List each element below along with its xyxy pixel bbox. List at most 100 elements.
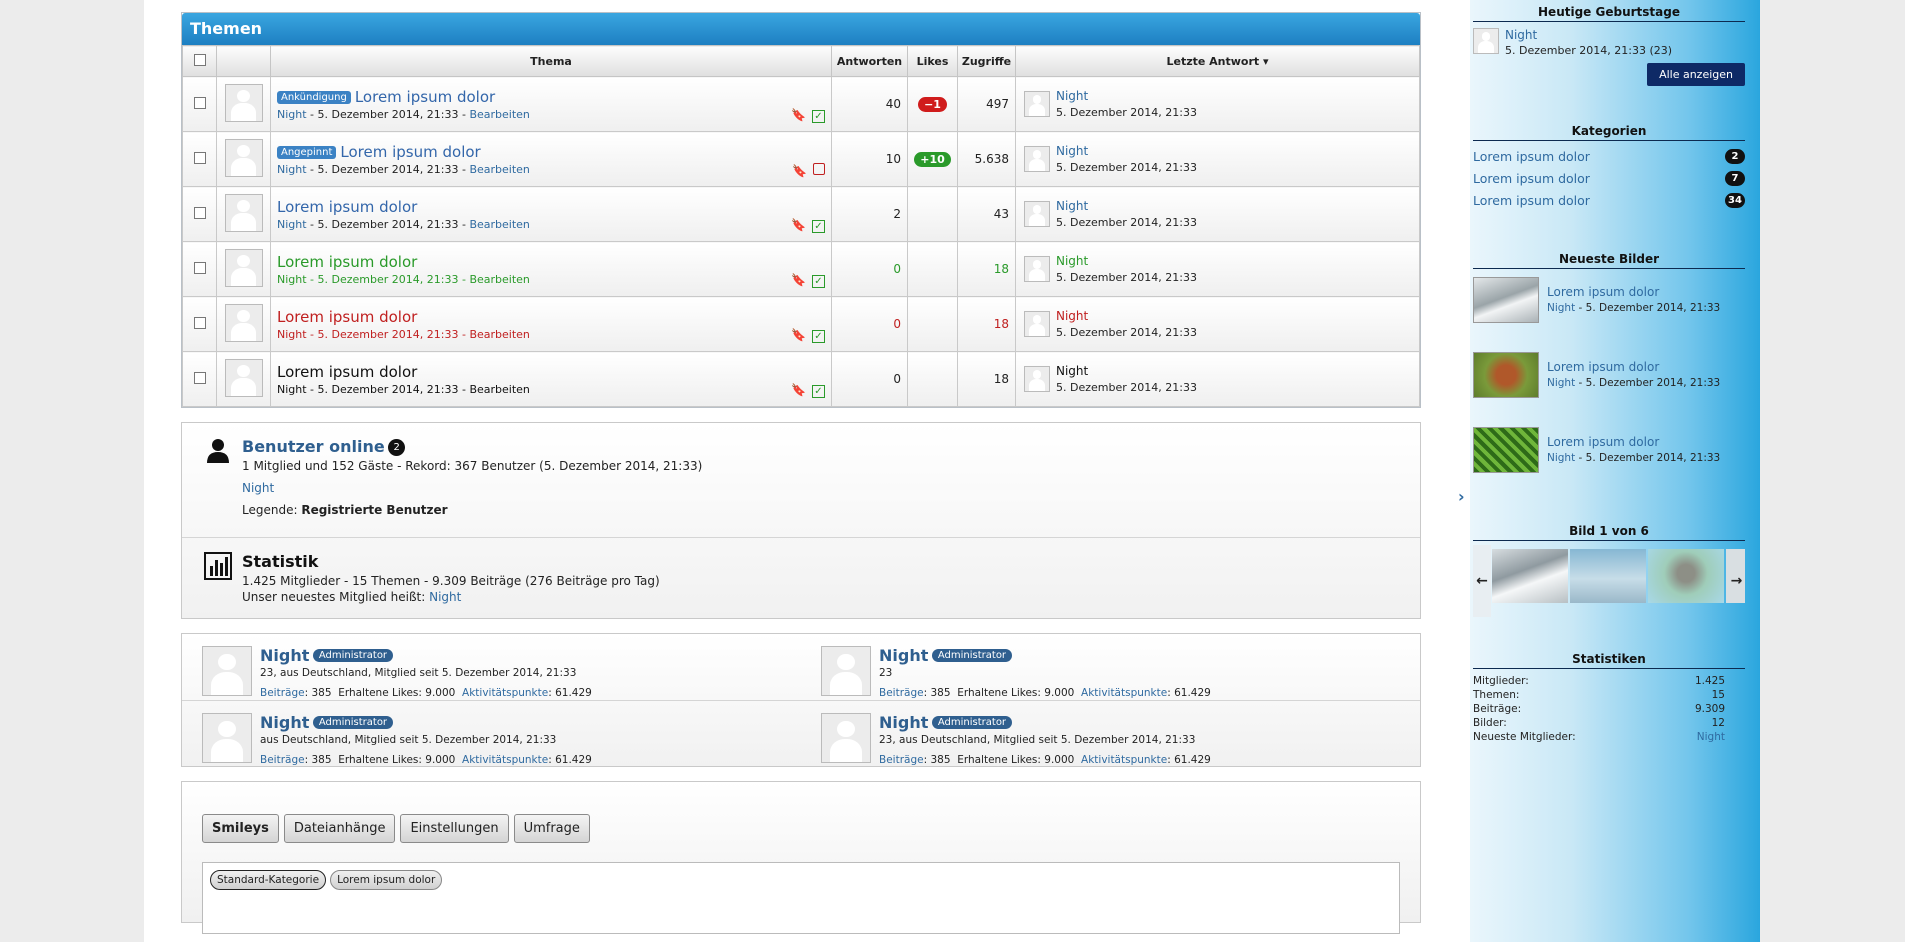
checkmark-icon[interactable]: ✓ (812, 275, 825, 288)
row-checkbox[interactable] (193, 206, 206, 219)
header-letzte-antwort[interactable]: Letzte Antwort ▾ (1015, 45, 1420, 77)
newest-member-link[interactable]: Night (429, 590, 461, 604)
table-row[interactable]: Lorem ipsum dolor Night - 5. Dezember 20… (182, 296, 1420, 352)
image-title-link[interactable]: Lorem ipsum dolor (1547, 360, 1720, 374)
bookmark-icon[interactable]: 🔖 (792, 164, 807, 178)
member-name-link[interactable]: Night (260, 646, 309, 665)
topic-author-link[interactable]: Night (277, 328, 307, 341)
avatar[interactable] (224, 303, 263, 342)
member-name-link[interactable]: Night (260, 713, 309, 732)
posts-link[interactable]: Beiträge (879, 687, 924, 699)
avatar[interactable] (224, 248, 263, 287)
image-thumbnail[interactable] (1473, 352, 1539, 398)
avatar[interactable] (1024, 146, 1050, 172)
table-row[interactable]: Lorem ipsum dolor Night - 5. Dezember 20… (182, 186, 1420, 242)
header-antworten[interactable]: Antworten (831, 45, 908, 77)
bookmark-icon[interactable]: 🔖 (791, 218, 806, 232)
editor-tab[interactable]: Smileys (202, 814, 279, 843)
avatar[interactable] (202, 713, 252, 763)
avatar[interactable] (202, 646, 252, 696)
table-row[interactable]: Angepinnt Lorem ipsum dolor Night - 5. De… (182, 131, 1420, 187)
avatar[interactable] (1024, 256, 1050, 282)
last-reply-user-link[interactable]: Night (1056, 364, 1197, 378)
topic-author-link[interactable]: Night (277, 383, 307, 396)
editor-tab[interactable]: Dateianhänge (283, 814, 396, 843)
activity-points-link[interactable]: Aktivitätspunkte (462, 754, 548, 766)
category-link[interactable]: Lorem ipsum dolor (1473, 193, 1590, 208)
slider-thumb[interactable] (1492, 549, 1568, 603)
header-zugriffe[interactable]: Zugriffe (957, 45, 1016, 77)
posts-link[interactable]: Beiträge (879, 754, 924, 766)
member-name-link[interactable]: Night (879, 646, 928, 665)
category-item[interactable]: Lorem ipsum dolor 34 (1473, 189, 1745, 211)
category-item[interactable]: Lorem ipsum dolor 2 (1473, 145, 1745, 167)
topic-title-link[interactable]: Lorem ipsum dolor (355, 88, 495, 106)
image-author-link[interactable]: Night (1547, 302, 1575, 314)
image-thumbnail[interactable] (1473, 427, 1539, 473)
bookmark-icon[interactable]: 🔖 (791, 273, 806, 287)
smiley-category-chip[interactable]: Lorem ipsum dolor (330, 870, 443, 890)
avatar[interactable] (224, 358, 263, 397)
image-author-link[interactable]: Night (1547, 452, 1575, 464)
bookmark-icon[interactable]: 🔖 (791, 328, 806, 342)
editor-tab[interactable]: Umfrage (513, 814, 590, 843)
row-checkbox[interactable] (193, 261, 206, 274)
topic-author-link[interactable]: Night (277, 108, 307, 121)
statistic-value[interactable]: Night (1697, 731, 1725, 745)
checkmark-icon[interactable]: ✓ (812, 110, 825, 123)
member-name-link[interactable]: Night (879, 713, 928, 732)
smiley-category-chip[interactable]: Standard-Kategorie (210, 870, 327, 890)
avatar[interactable] (1024, 91, 1050, 117)
slider-thumb[interactable] (1648, 549, 1724, 603)
image-title-link[interactable]: Lorem ipsum dolor (1547, 285, 1720, 299)
topic-title-link[interactable]: Lorem ipsum dolor (277, 198, 417, 216)
avatar[interactable] (821, 713, 871, 763)
table-row[interactable]: Lorem ipsum dolor Night - 5. Dezember 20… (182, 351, 1420, 407)
edit-link[interactable]: Bearbeiten (469, 163, 529, 176)
last-reply-user-link[interactable]: Night (1056, 309, 1197, 323)
avatar[interactable] (224, 138, 263, 177)
last-reply-user-link[interactable]: Night (1056, 89, 1197, 103)
last-reply-user-link[interactable]: Night (1056, 254, 1197, 268)
editor-tab[interactable]: Einstellungen (400, 814, 509, 843)
avatar[interactable] (1024, 201, 1050, 227)
image-thumbnail[interactable] (1473, 277, 1539, 323)
image-title-link[interactable]: Lorem ipsum dolor (1547, 435, 1720, 449)
category-link[interactable]: Lorem ipsum dolor (1473, 149, 1590, 164)
edit-link[interactable]: Bearbeiten (469, 108, 529, 121)
topic-author-link[interactable]: Night (277, 163, 307, 176)
edit-link[interactable]: Bearbeiten (469, 328, 529, 341)
edit-link[interactable]: Bearbeiten (469, 383, 529, 396)
bookmark-icon[interactable]: 🔖 (791, 108, 806, 122)
activity-points-link[interactable]: Aktivitätspunkte (1081, 687, 1167, 699)
category-item[interactable]: Lorem ipsum dolor 7 (1473, 167, 1745, 189)
row-checkbox[interactable] (193, 371, 206, 384)
row-checkbox[interactable] (193, 151, 206, 164)
last-reply-user-link[interactable]: Night (1056, 144, 1197, 158)
row-checkbox[interactable] (193, 316, 206, 329)
row-checkbox[interactable] (193, 96, 206, 109)
category-link[interactable]: Lorem ipsum dolor (1473, 171, 1590, 186)
bookmark-icon[interactable]: 🔖 (791, 383, 806, 397)
topic-author-link[interactable]: Night (277, 273, 307, 286)
activity-points-link[interactable]: Aktivitätspunkte (1081, 754, 1167, 766)
online-title[interactable]: Benutzer online (242, 437, 385, 456)
slider-next-icon[interactable]: → (1728, 545, 1745, 617)
topic-title-link[interactable]: Lorem ipsum dolor (340, 143, 480, 161)
activity-points-link[interactable]: Aktivitätspunkte (462, 687, 548, 699)
header-thema[interactable]: Thema (270, 45, 832, 77)
edit-link[interactable]: Bearbeiten (469, 218, 529, 231)
topic-author-link[interactable]: Night (277, 218, 307, 231)
slider-thumb[interactable] (1570, 549, 1646, 603)
checkmark-icon[interactable]: ✓ (812, 220, 825, 233)
collapse-sidebar-icon[interactable]: › (1458, 487, 1465, 506)
slider-prev-icon[interactable]: ← (1473, 545, 1491, 617)
header-likes[interactable]: Likes (907, 45, 958, 77)
checkbox-empty-icon[interactable] (813, 163, 825, 175)
topic-title-link[interactable]: Lorem ipsum dolor (277, 253, 417, 271)
checkmark-icon[interactable]: ✓ (812, 330, 825, 343)
edit-link[interactable]: Bearbeiten (469, 273, 529, 286)
avatar[interactable] (1024, 311, 1050, 337)
posts-link[interactable]: Beiträge (260, 754, 305, 766)
online-user-link[interactable]: Night (242, 481, 1400, 495)
